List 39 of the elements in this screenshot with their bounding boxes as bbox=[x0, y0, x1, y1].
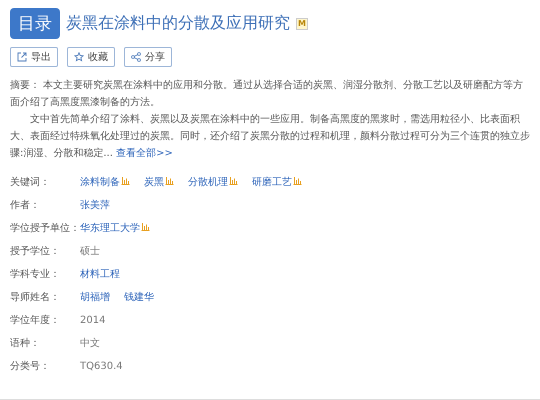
field-link[interactable]: 材料工程 bbox=[80, 268, 120, 282]
abstract-text: 文中首先简单介绍了涂料、炭黑以及炭黑在涂料中的一些应用。制备高黑度的黑浆时，需选用粒径小、比表面积大、表面经过特殊氧化处理过的炭黑。同时，还介绍了炭黑分散的过程和机理，颜料分散过程可分为三个连贯的独立步骤:润湿、分散和稳定... 查看全部>> bbox=[10, 112, 531, 161]
field-label: 导师姓名： bbox=[10, 291, 61, 305]
share-button[interactable]: 分享 bbox=[124, 47, 172, 67]
catalog-badge[interactable]: 目录 bbox=[10, 8, 60, 39]
field-value: 中文 bbox=[80, 337, 100, 351]
star-icon bbox=[74, 52, 84, 62]
field-value: 2014 bbox=[80, 314, 106, 328]
field-link[interactable]: 涂料制备 bbox=[80, 176, 120, 190]
field-label: 分类号： bbox=[10, 360, 51, 374]
field-label: 作者： bbox=[10, 199, 41, 213]
abstract-text: 摘要： 本文主要研究炭黑在涂料中的应用和分散。通过从选择合适的炭黑、润湿分散剂、分散工艺以及研磨配方等方面介绍了高黑度黑漆制备的方法。 bbox=[10, 78, 524, 110]
field-link[interactable]: 分散机理 bbox=[188, 176, 228, 190]
field-link[interactable]: 胡福增 bbox=[80, 291, 110, 305]
view-all-link[interactable]: 查看全部>> bbox=[116, 148, 173, 159]
export-button[interactable]: 导出 bbox=[10, 47, 58, 67]
field-label: 语种： bbox=[10, 337, 41, 351]
export-icon bbox=[17, 52, 27, 62]
field-link[interactable]: 研磨工艺 bbox=[252, 176, 292, 190]
field-link[interactable]: 张美萍 bbox=[80, 199, 110, 213]
field-value: TQ630.4 bbox=[80, 360, 123, 374]
field-label: 学位授予单位： bbox=[10, 222, 80, 236]
field-label: 学科专业： bbox=[10, 268, 61, 282]
favorite-button[interactable]: 收藏 bbox=[67, 47, 115, 67]
bar-chart-icon[interactable] bbox=[121, 176, 130, 185]
field-label: 授予学位： bbox=[10, 245, 61, 259]
field-label: 学位年度： bbox=[10, 314, 61, 328]
bar-chart-icon[interactable] bbox=[165, 176, 174, 185]
share-icon bbox=[131, 52, 141, 62]
paper-title: 炭黑在涂料中的分散及应用研究 bbox=[66, 13, 290, 34]
field-link[interactable]: 钱建华 bbox=[124, 291, 154, 305]
field-link[interactable]: 炭黑 bbox=[144, 176, 164, 190]
bar-chart-icon[interactable] bbox=[293, 176, 302, 185]
bar-chart-icon[interactable] bbox=[141, 222, 150, 231]
field-label: 关键词： bbox=[10, 176, 51, 190]
field-value: 硕士 bbox=[80, 245, 100, 259]
field-link[interactable]: 华东理工大学 bbox=[80, 222, 140, 236]
bar-chart-icon[interactable] bbox=[229, 176, 238, 185]
journal-mark: M bbox=[296, 18, 308, 30]
